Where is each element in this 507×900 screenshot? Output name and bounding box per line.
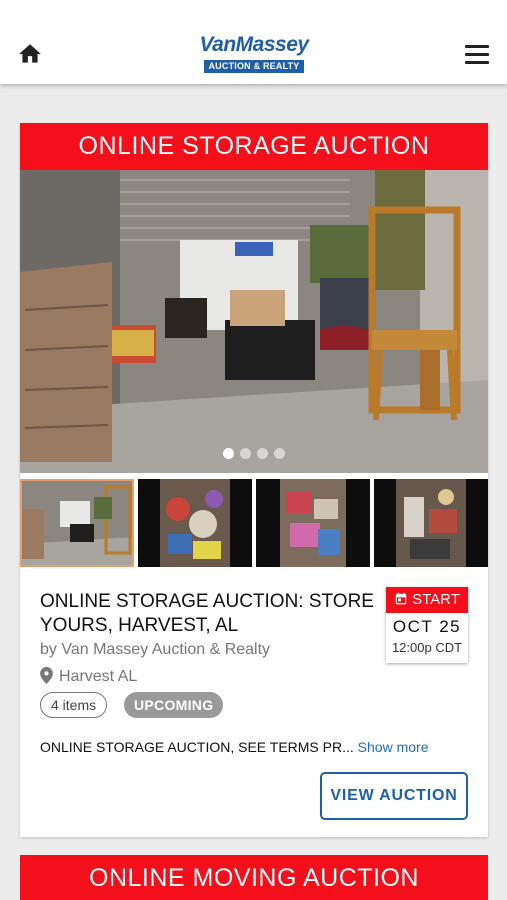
photo-thumbnail[interactable]	[374, 479, 488, 567]
photo-thumbnail[interactable]	[256, 479, 370, 567]
calendar-icon	[395, 592, 407, 605]
auction-description: ONLINE STORAGE AUCTION, SEE TERMS PR... …	[40, 739, 428, 755]
auction-type-banner: ONLINE STORAGE AUCTION	[20, 123, 488, 170]
carousel-dot[interactable]	[240, 448, 251, 459]
carousel-indicator	[20, 446, 488, 464]
location-text: Harvest AL	[59, 668, 138, 685]
top-app-bar: VanMassey AUCTION & REALTY	[0, 0, 507, 84]
auction-location: Harvest AL	[40, 667, 137, 686]
start-date-box: START OCT 25 12:00p CDT	[386, 587, 468, 663]
photo-thumbnail[interactable]	[138, 479, 252, 567]
logo-subtitle: AUCTION & REALTY	[204, 60, 304, 73]
auction-photo-carousel[interactable]	[20, 170, 488, 473]
start-date-time: 12:00p CDT	[391, 640, 463, 655]
start-date-header: START	[386, 587, 468, 613]
logo-name: VanMassey	[199, 33, 309, 56]
map-pin-icon	[40, 667, 53, 684]
items-count-chip: 4 items	[40, 692, 108, 718]
carousel-dot[interactable]	[223, 448, 234, 459]
auction-card: ONLINE STORAGE AUCTION ONLINE STORAGE AU…	[20, 123, 488, 837]
auction-title[interactable]: ONLINE STORAGE AUCTION: STORE YOURS, HAR…	[40, 590, 385, 638]
photo-thumbnail[interactable]	[20, 479, 134, 567]
show-more-link[interactable]: Show more	[358, 739, 429, 755]
auction-card-next[interactable]: ONLINE MOVING AUCTION	[20, 855, 488, 900]
view-auction-button[interactable]: VIEW AUCTION	[320, 772, 468, 820]
status-badge: UPCOMING	[124, 692, 224, 718]
home-icon[interactable]	[16, 41, 44, 67]
storage-unit-photo	[20, 170, 488, 473]
auctioneer-byline: by Van Massey Auction & Realty	[40, 641, 271, 658]
start-date-day: OCT 25	[392, 617, 462, 636]
carousel-dot[interactable]	[257, 448, 268, 459]
hamburger-menu-icon[interactable]	[465, 45, 489, 65]
start-label: START	[412, 591, 460, 608]
description-text: ONLINE STORAGE AUCTION, SEE TERMS PR...	[40, 739, 354, 755]
vanmassey-logo[interactable]: VanMassey AUCTION & REALTY	[196, 33, 312, 73]
auction-type-banner: ONLINE MOVING AUCTION	[20, 855, 488, 900]
carousel-dot[interactable]	[274, 448, 285, 459]
photo-thumbnail-strip	[20, 479, 488, 571]
